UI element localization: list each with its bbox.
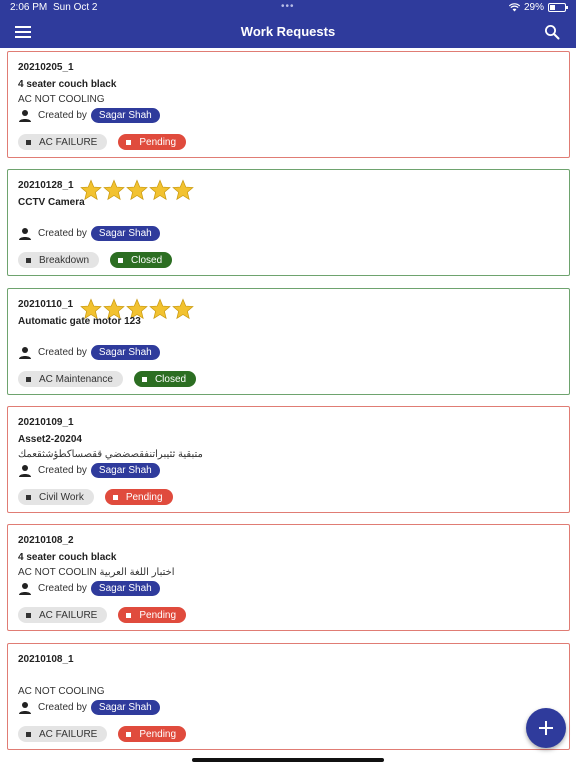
battery-icon <box>548 3 568 12</box>
chip-row: Breakdown Closed <box>18 252 173 268</box>
request-id: 20210128_1 <box>18 180 74 191</box>
created-by-row: Created by Sagar Shah <box>18 345 160 360</box>
wifi-icon <box>508 3 520 12</box>
category-chip[interactable]: Breakdown <box>18 252 100 268</box>
work-request-card[interactable]: 20210108_2 4 seater couch black AC NOT COO… <box>7 524 570 631</box>
request-id: 20210109_1 <box>18 417 74 428</box>
status-chip[interactable]: Pending <box>118 726 187 742</box>
search-icon[interactable] <box>544 24 560 40</box>
asset-name: Asset2-20204 <box>18 434 82 445</box>
status-time: 2:06 PM <box>10 2 48 13</box>
status-chip[interactable]: Closed <box>133 371 197 387</box>
status-bar: 2:06 PM Sun Oct 2 ••• 29% <box>0 0 576 16</box>
chip-row: AC Maintenance Closed <box>18 371 197 387</box>
rating-stars <box>80 179 194 206</box>
request-id: 20210108_2 <box>18 535 74 546</box>
page-title: Work Requests <box>240 24 336 39</box>
battery-percent: 29% <box>523 2 544 13</box>
status-chip[interactable]: Pending <box>104 489 173 505</box>
work-request-card[interactable]: 20210110_1 Automatic gate motor 123 Create… <box>7 288 570 395</box>
app-bar: Work Requests <box>0 16 576 48</box>
creator-chip[interactable]: Sagar Shah <box>90 226 160 241</box>
creator-chip[interactable]: Sagar Shah <box>90 463 160 478</box>
created-by-label: Created by <box>38 583 87 594</box>
category-chip[interactable]: AC FAILURE <box>18 607 108 623</box>
category-chip[interactable]: Civil Work <box>18 489 94 505</box>
request-id: 20210205_1 <box>18 62 74 73</box>
created-by-row: Created by Sagar Shah <box>18 581 160 596</box>
request-description: AC NOT COOLING <box>18 94 105 105</box>
asset-name: 4 seater couch black <box>18 552 117 563</box>
creator-chip[interactable]: Sagar Shah <box>90 581 160 596</box>
add-request-button[interactable] <box>526 708 566 748</box>
person-icon <box>18 464 32 478</box>
person-icon <box>18 227 32 241</box>
person-icon <box>18 701 32 715</box>
person-icon <box>18 109 32 123</box>
status-chip[interactable]: Pending <box>118 134 187 150</box>
created-by-row: Created by Sagar Shah <box>18 108 160 123</box>
status-right: 29% <box>508 2 568 13</box>
chip-row: AC FAILURE Pending <box>18 607 187 623</box>
creator-chip[interactable]: Sagar Shah <box>90 345 160 360</box>
request-description: AC NOT COOLING <box>18 686 105 697</box>
person-icon <box>18 582 32 596</box>
work-request-card[interactable]: 20210109_1 Asset2-20204 متبقية ثثيبراتنفقص… <box>7 406 570 513</box>
multitasking-dots[interactable]: ••• <box>281 1 295 12</box>
work-request-card[interactable]: 20210128_1 CCTV Camera Created by Sagar Sha… <box>7 169 570 276</box>
star-icon <box>149 298 171 325</box>
star-icon <box>103 179 125 206</box>
work-request-card[interactable]: 20210108_1 AC NOT COOLING Created by Sagar … <box>7 643 570 750</box>
star-icon <box>149 179 171 206</box>
created-by-label: Created by <box>38 702 87 713</box>
created-by-label: Created by <box>38 228 87 239</box>
request-id: 20210110_1 <box>18 299 74 310</box>
home-indicator[interactable] <box>192 758 384 762</box>
creator-chip[interactable]: Sagar Shah <box>90 108 160 123</box>
star-icon <box>126 179 148 206</box>
category-chip[interactable]: AC FAILURE <box>18 726 108 742</box>
chip-row: Civil Work Pending <box>18 489 173 505</box>
creator-chip[interactable]: Sagar Shah <box>90 700 160 715</box>
created-by-row: Created by Sagar Shah <box>18 463 160 478</box>
status-chip[interactable]: Pending <box>118 607 187 623</box>
work-request-card[interactable]: 20210205_1 4 seater couch black AC NOT COO… <box>7 51 570 158</box>
request-description: متبقية ثثيبراتنفقصضضي ققصساكطؤشثقعمك <box>18 449 203 460</box>
asset-name: CCTV Camera <box>18 197 85 208</box>
category-chip[interactable]: AC Maintenance <box>18 371 123 387</box>
star-icon <box>172 179 194 206</box>
created-by-label: Created by <box>38 465 87 476</box>
created-by-label: Created by <box>38 110 87 121</box>
request-id: 20210108_1 <box>18 654 74 665</box>
asset-name: 4 seater couch black <box>18 79 117 90</box>
created-by-row: Created by Sagar Shah <box>18 700 160 715</box>
status-date: Sun Oct 2 <box>53 2 98 13</box>
asset-name: Automatic gate motor 123 <box>18 316 141 327</box>
chip-row: AC FAILURE Pending <box>18 134 187 150</box>
chip-row: AC FAILURE Pending <box>18 726 187 742</box>
created-by-label: Created by <box>38 347 87 358</box>
category-chip[interactable]: AC FAILURE <box>18 134 108 150</box>
star-icon <box>172 298 194 325</box>
created-by-row: Created by Sagar Shah <box>18 226 160 241</box>
request-description: AC NOT COOLIN اختبار اللغة العربية <box>18 567 175 578</box>
work-request-list[interactable]: 20210205_1 4 seater couch black AC NOT COO… <box>0 48 576 768</box>
status-chip[interactable]: Closed <box>110 252 173 268</box>
person-icon <box>18 346 32 360</box>
